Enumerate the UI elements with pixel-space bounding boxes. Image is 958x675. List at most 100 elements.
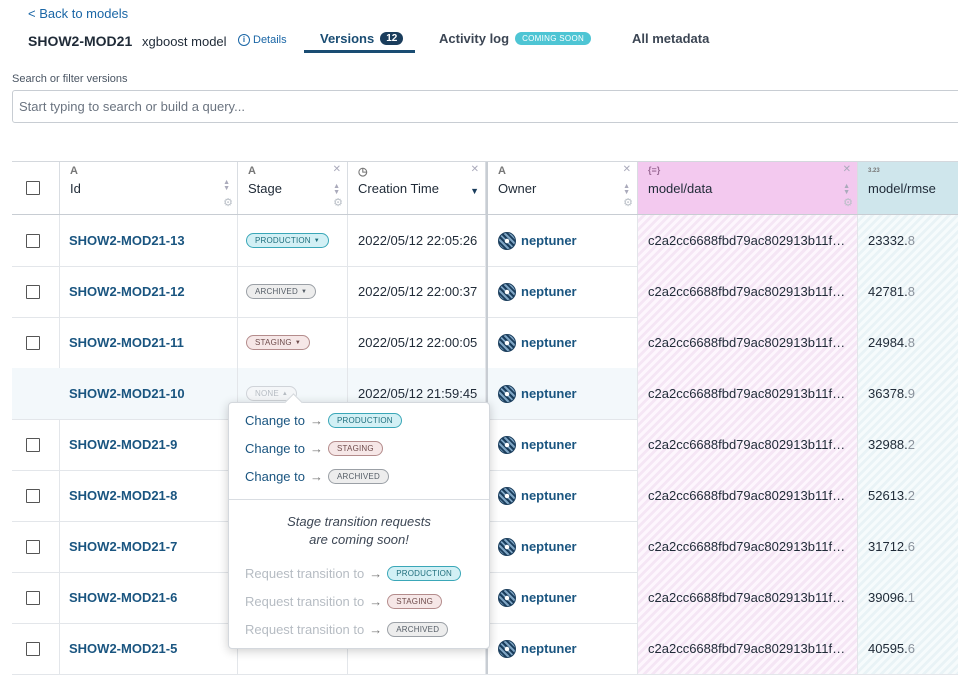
version-id-link[interactable]: SHOW2-MOD21-7: [12, 539, 177, 554]
creation-time: 2022/05/12 22:00:05: [358, 335, 478, 350]
stage-dropdown[interactable]: ARCHIVED ▼: [246, 284, 317, 299]
active-tab-indicator: [304, 50, 415, 53]
rmse-integer: 36378.: [868, 386, 908, 401]
header-creation-time-label: Creation Time: [358, 181, 439, 196]
model-rmse-cell: 52613. 2: [858, 470, 958, 521]
sort-descending-icon[interactable]: ▼: [470, 186, 479, 196]
close-icon[interactable]: ✕: [623, 164, 631, 175]
version-id-link[interactable]: SHOW2-MOD21-13: [12, 233, 185, 248]
header-creation-time[interactable]: ◷ Creation Time ✕ ▼: [348, 162, 486, 214]
model-data-cell[interactable]: c2a2cc6688fbd79ac802913b11f…: [638, 470, 858, 521]
model-data-cell[interactable]: c2a2cc6688fbd79ac802913b11f…: [638, 215, 858, 266]
rmse-integer: 32988.: [868, 437, 908, 452]
arrow-right-icon: →: [369, 566, 383, 581]
text-type-icon: A: [248, 165, 256, 177]
table-row[interactable]: SHOW2-MOD21-13 PRODUCTION ▼ 2022/05/12 22…: [12, 215, 958, 267]
arrow-right-icon: →: [369, 622, 383, 637]
stage-dropdown[interactable]: PRODUCTION ▼: [246, 233, 329, 248]
stage-label: NONE: [255, 389, 279, 398]
avatar: [498, 486, 516, 505]
id-cell: SHOW2-MOD21-13: [12, 215, 238, 266]
version-id-link[interactable]: SHOW2-MOD21-5: [12, 641, 177, 656]
sort-icon[interactable]: ▲ ▼: [223, 179, 230, 192]
version-id-link[interactable]: SHOW2-MOD21-6: [12, 590, 177, 605]
gear-icon[interactable]: ⚙: [333, 196, 343, 209]
header-model-data[interactable]: {≡} model/data ✕ ▲ ▼ ⚙: [638, 162, 858, 214]
tab-versions[interactable]: Versions 12: [320, 24, 404, 52]
back-to-models-link[interactable]: < Back to models: [28, 6, 128, 21]
model-data-cell[interactable]: c2a2cc6688fbd79ac802913b11f…: [638, 572, 858, 623]
gear-icon[interactable]: ⚙: [223, 196, 233, 209]
change-to-production-option[interactable]: Change to → PRODUCTION: [245, 413, 402, 428]
sort-icon[interactable]: ▲ ▼: [623, 183, 630, 196]
table-row[interactable]: SHOW2-MOD21-11 STAGING ▼ 2022/05/12 22:00…: [12, 317, 958, 369]
header-id[interactable]: A Id ▲ ▼ ⚙: [60, 162, 238, 214]
sort-icon[interactable]: ▲ ▼: [843, 183, 850, 196]
close-icon[interactable]: ✕: [333, 164, 341, 175]
request-production-option: Request transition to → PRODUCTION: [245, 566, 462, 581]
change-to-archived-option[interactable]: Change to → ARCHIVED: [245, 469, 389, 484]
stage-dropdown[interactable]: STAGING ▼: [246, 335, 310, 350]
change-to-staging-option[interactable]: Change to → STAGING: [245, 441, 383, 456]
gear-icon[interactable]: ⚙: [623, 196, 633, 209]
tab-all-metadata[interactable]: All metadata: [632, 24, 709, 52]
stage-cell: PRODUCTION ▼: [238, 215, 348, 266]
header-owner-label: Owner: [498, 181, 537, 196]
archived-badge: ARCHIVED: [387, 622, 449, 637]
search-label: Search or filter versions: [12, 73, 128, 85]
owner-cell: neptuner: [486, 521, 638, 572]
close-icon[interactable]: ✕: [471, 164, 479, 175]
change-to-label: Change to: [245, 469, 305, 484]
text-type-icon: A: [498, 165, 506, 177]
version-id-link[interactable]: SHOW2-MOD21-9: [12, 437, 177, 452]
chevron-down-icon: ▼: [300, 288, 308, 295]
header-select-cell: [12, 162, 60, 214]
model-data-hash: c2a2cc6688fbd79ac802913b11f…: [648, 539, 846, 554]
rmse-decimal: 9: [907, 386, 915, 401]
version-id-link[interactable]: SHOW2-MOD21-10: [12, 386, 185, 401]
owner-cell: neptuner: [486, 470, 638, 521]
creation-time-cell: 2022/05/12 22:00:37: [348, 266, 486, 317]
id-cell: SHOW2-MOD21-6: [12, 572, 238, 623]
owner-cell: neptuner: [486, 368, 638, 419]
rmse-decimal: 1: [907, 590, 915, 605]
avatar: [498, 639, 516, 658]
header-model-rmse[interactable]: 3.23 model/rmse: [858, 162, 958, 214]
close-icon[interactable]: ✕: [843, 164, 851, 175]
model-rmse-cell: 42781. 8: [858, 266, 958, 317]
model-rmse-cell: 32988. 2: [858, 419, 958, 470]
rmse-integer: 23332.: [868, 233, 908, 248]
header-stage[interactable]: A Stage ✕ ▲ ▼ ⚙: [238, 162, 348, 214]
arrow-right-icon: →: [310, 441, 323, 456]
model-type: xgboost model: [142, 34, 227, 49]
production-badge: PRODUCTION: [387, 566, 462, 581]
model-data-cell[interactable]: c2a2cc6688fbd79ac802913b11f…: [638, 368, 858, 419]
version-id-link[interactable]: SHOW2-MOD21-8: [12, 488, 177, 503]
select-all-checkbox[interactable]: [26, 181, 40, 195]
model-data-cell[interactable]: c2a2cc6688fbd79ac802913b11f…: [638, 317, 858, 368]
artifact-type-icon: {≡}: [648, 165, 661, 175]
request-transition-label: Request transition to: [245, 566, 365, 581]
gear-icon[interactable]: ⚙: [843, 196, 853, 209]
coming-soon-badge: COMING SOON: [515, 31, 592, 45]
model-data-cell[interactable]: c2a2cc6688fbd79ac802913b11f…: [638, 521, 858, 572]
search-input[interactable]: [12, 90, 958, 123]
owner-cell: neptuner: [486, 215, 638, 266]
model-data-cell[interactable]: c2a2cc6688fbd79ac802913b11f…: [638, 419, 858, 470]
model-data-hash: c2a2cc6688fbd79ac802913b11f…: [648, 386, 846, 401]
rmse-integer: 52613.: [868, 488, 908, 503]
rmse-integer: 31712.: [868, 539, 908, 554]
version-id-link[interactable]: SHOW2-MOD21-12: [12, 284, 185, 299]
model-data-cell[interactable]: c2a2cc6688fbd79ac802913b11f…: [638, 623, 858, 674]
version-id-link[interactable]: SHOW2-MOD21-11: [12, 335, 184, 350]
owner-cell: neptuner: [486, 419, 638, 470]
details-link[interactable]: i Details: [238, 34, 287, 46]
tab-activity-log[interactable]: Activity log COMING SOON: [439, 24, 592, 52]
sort-icon[interactable]: ▲ ▼: [333, 183, 340, 196]
owner-cell: neptuner: [486, 266, 638, 317]
rmse-decimal: 8: [907, 284, 915, 299]
stage-cell: ARCHIVED ▼: [238, 266, 348, 317]
model-data-cell[interactable]: c2a2cc6688fbd79ac802913b11f…: [638, 266, 858, 317]
header-owner[interactable]: A Owner ✕ ▲ ▼ ⚙: [486, 162, 638, 214]
table-row[interactable]: SHOW2-MOD21-12 ARCHIVED ▼ 2022/05/12 22:0…: [12, 266, 958, 318]
